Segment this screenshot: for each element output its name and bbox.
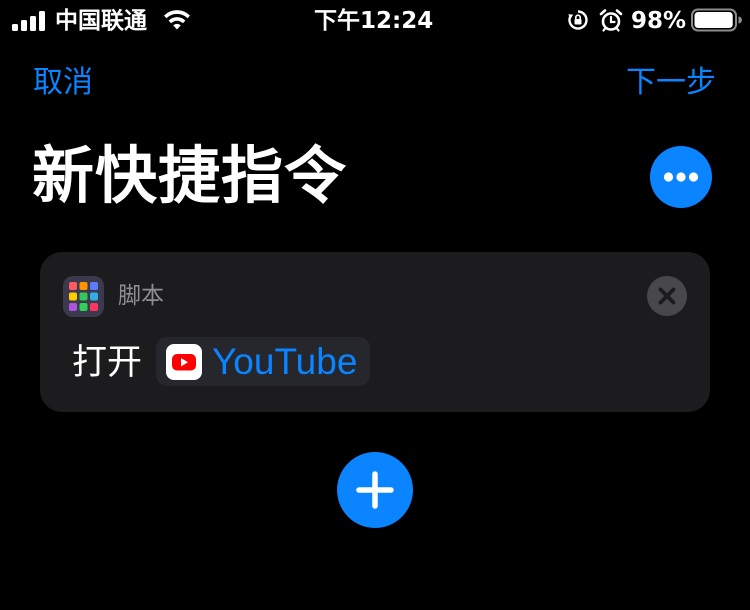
youtube-icon	[166, 343, 202, 380]
battery-icon	[691, 8, 742, 32]
carrier-name: 中国联通	[55, 8, 147, 34]
app-name-label: YouTube	[212, 340, 358, 382]
next-button[interactable]: 下一步	[626, 63, 716, 103]
ellipsis-icon	[663, 172, 699, 182]
alarm-icon	[599, 9, 623, 32]
close-icon	[658, 287, 676, 305]
plus-icon	[356, 471, 394, 509]
signal-icon	[12, 11, 46, 31]
app-parameter-token[interactable]: YouTube	[156, 337, 371, 386]
wifi-icon	[164, 10, 190, 30]
action-card-open-app[interactable]: 脚本 打开 YouTube	[40, 252, 710, 412]
action-verb: 打开	[72, 343, 143, 383]
scripting-grid-icon	[63, 276, 104, 317]
battery-percent: 98%	[631, 8, 687, 34]
add-action-button[interactable]	[337, 452, 413, 528]
cancel-button[interactable]: 取消	[33, 63, 93, 103]
page-title: 新快捷指令	[32, 139, 348, 212]
action-category-label: 脚本	[118, 283, 164, 309]
more-options-button[interactable]	[650, 146, 712, 208]
remove-action-button[interactable]	[647, 276, 687, 316]
clock: 下午12:24	[314, 8, 434, 34]
status-bar: 中国联通 下午12:24 98%	[0, 0, 750, 42]
orientation-lock-icon	[568, 10, 588, 30]
